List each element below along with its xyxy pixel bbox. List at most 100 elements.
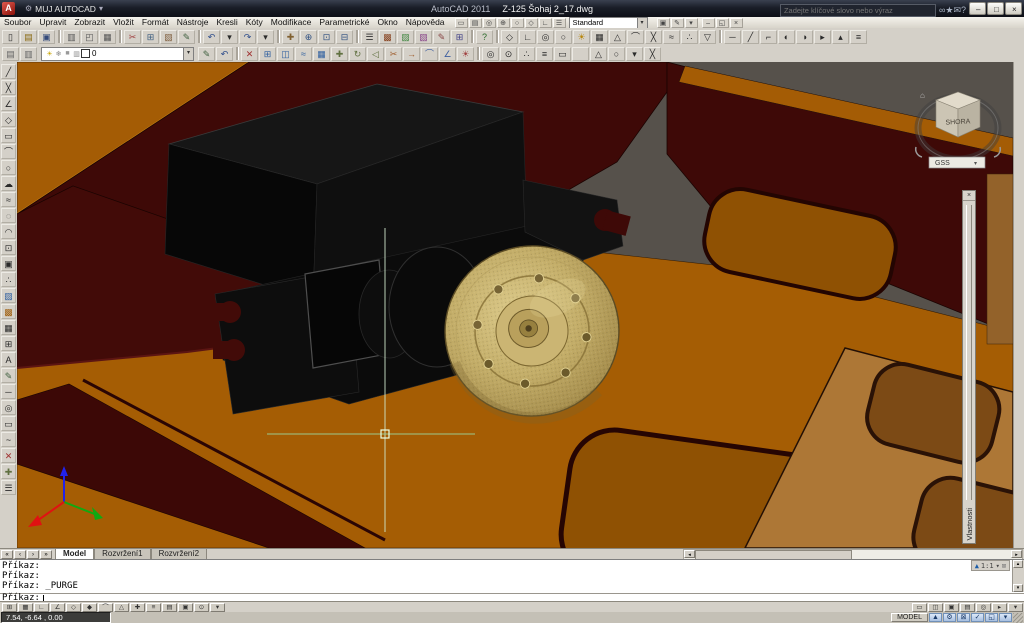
plot-preview-button[interactable]: ◰ (81, 30, 98, 44)
ellipse-button[interactable]: ◌ (1, 208, 16, 223)
sheet-set-manager-button[interactable]: ▧ (415, 30, 432, 44)
undo-menu-button[interactable]: ▾ (221, 30, 238, 44)
point-button[interactable]: ∴ (1, 272, 16, 287)
tray-menu-chevron-icon[interactable]: ▾ (999, 613, 1012, 622)
menu-item[interactable]: Okno (373, 17, 401, 28)
fillet-button[interactable]: ⌒ (421, 47, 438, 61)
annotation-autoscale-icon[interactable]: ▲ (975, 562, 979, 570)
scroll-down-button[interactable]: ▾ (1013, 584, 1023, 592)
array-button[interactable]: ▦ (313, 47, 330, 61)
toolbar-button[interactable]: ⊕ (497, 18, 510, 28)
toolbar-button[interactable]: ⌐ (760, 30, 777, 44)
ray-button[interactable]: ─ (1, 384, 16, 399)
toolbar-button[interactable]: ○ (511, 18, 524, 28)
make-block-button[interactable]: ▣ (1, 256, 16, 271)
toolbar-button[interactable]: ∟ (539, 18, 552, 28)
toolbar-button[interactable]: ☰ (553, 18, 566, 28)
dyn-toggle[interactable]: ✚ (130, 603, 145, 612)
new-file-button[interactable]: ▯ (2, 30, 19, 44)
paste-button[interactable]: ▧ (160, 30, 177, 44)
explode-button[interactable]: ☀ (457, 47, 474, 61)
help-icon[interactable]: ? (961, 5, 966, 15)
workspace-switcher[interactable]: ⚙ MUJ AUTOCAD ▾ (25, 4, 103, 14)
toolbar-button[interactable]: ▣ (657, 18, 670, 28)
redo-button[interactable]: ↷ (239, 30, 256, 44)
menu-item[interactable]: Modifikace (267, 17, 316, 28)
communication-center-icon[interactable]: ✉ (953, 5, 961, 15)
scroll-left-button[interactable]: ◂ (684, 550, 695, 558)
pan-button[interactable]: ✚ (282, 30, 299, 44)
steering-wheel-button[interactable]: ◎ (976, 603, 991, 612)
scroll-up-button[interactable]: ▴ (1013, 560, 1023, 568)
status-menu-button[interactable]: ▾ (1008, 603, 1023, 612)
toolbar-button[interactable]: ✎ (671, 18, 684, 28)
toolbar-button[interactable]: ╱ (742, 30, 759, 44)
layer-previous-button[interactable]: ↶ (216, 47, 233, 61)
publish-button[interactable]: ▦ (99, 30, 116, 44)
donut-button[interactable]: ◎ (1, 400, 16, 415)
chevron-down-icon[interactable]: ▾ (183, 48, 193, 60)
grid-toggle[interactable]: ▦ (18, 603, 33, 612)
toolbar-button[interactable]: ⌒ (627, 30, 644, 44)
toolbar-button[interactable]: ◑ (796, 30, 813, 44)
plot-button[interactable]: ▥ (63, 30, 80, 44)
osnap-toggle[interactable]: ◇ (66, 603, 81, 612)
design-center-button[interactable]: ▩ (379, 30, 396, 44)
toolbar-button[interactable]: ≈ (663, 30, 680, 44)
menu-item[interactable]: Kóty (242, 17, 267, 28)
toolbar-button[interactable]: △ (590, 47, 607, 61)
toolbar-button[interactable]: ◇ (501, 30, 518, 44)
move-button[interactable]: ✚ (331, 47, 348, 61)
coordinates-display[interactable]: 7.54, -6.64 , 0.00 (1, 612, 111, 623)
chevron-down-icon[interactable]: ▾ (996, 562, 1000, 570)
toolbar-button[interactable]: ▾ (685, 18, 698, 28)
erase-button[interactable]: ✕ (241, 47, 258, 61)
application-menu-button[interactable]: A (2, 2, 15, 15)
transparency-toggle[interactable]: ▤ (162, 603, 177, 612)
prev-tab-button[interactable]: ‹ (14, 550, 26, 559)
chevron-down-icon[interactable]: ▾ (637, 18, 647, 28)
layer-combo[interactable]: ☀❄■▥ 0 ▾ (41, 47, 194, 61)
quick-properties-toggle[interactable]: ▣ (178, 603, 193, 612)
toolbar-button[interactable]: ☀ (573, 30, 590, 44)
menu-item[interactable]: Formát (138, 17, 173, 28)
toolbar-lock-icon[interactable]: ⊠ (957, 613, 970, 622)
spline-button[interactable]: ≈ (1, 192, 16, 207)
model-space-toggle[interactable]: MODEL (891, 613, 928, 622)
command-scrollbar[interactable]: ▴ ▾ (1012, 560, 1024, 592)
trusted-autodesk-icon[interactable]: ✓ (971, 613, 984, 622)
toolbar-button[interactable]: ◎ (537, 30, 554, 44)
save-button[interactable]: ▣ (38, 30, 55, 44)
ortho-toggle[interactable]: ∟ (34, 603, 49, 612)
region-button[interactable]: ▦ (1, 320, 16, 335)
doc-close-button[interactable]: × (730, 18, 743, 28)
extend-button[interactable]: → (403, 47, 420, 61)
toolbar-button[interactable]: ∴ (681, 30, 698, 44)
workspace-gear-icon[interactable]: ⚙ (943, 613, 956, 622)
zoom-window-button[interactable]: ⊡ (318, 30, 335, 44)
3d-scene[interactable]: SHORA ⌂ GSS ▾ (17, 62, 1013, 548)
copy-object-button[interactable]: ⊞ (259, 47, 276, 61)
toolbar-button[interactable]: ▦ (591, 30, 608, 44)
annotation-scale-tray-icon[interactable]: ▲ (929, 613, 942, 622)
toolbar-button[interactable]: ◎ (483, 18, 496, 28)
quick-view-layouts-button[interactable]: ▣ (944, 603, 959, 612)
doc-restore-button[interactable]: ◱ (716, 18, 729, 28)
model-viewport[interactable]: SHORA ⌂ GSS ▾ × Vlastnosti (17, 62, 1013, 548)
search-input[interactable] (780, 4, 936, 17)
scale-button[interactable]: ◁ (367, 47, 384, 61)
menu-item[interactable]: Vložit (109, 17, 138, 28)
help-button[interactable]: ? (476, 30, 493, 44)
doc-minimize-button[interactable]: – (702, 18, 715, 28)
table-button[interactable]: ⊞ (1, 336, 16, 351)
menu-item[interactable]: Upravit (35, 17, 70, 28)
first-tab-button[interactable]: « (1, 550, 13, 559)
undo-button[interactable]: ↶ (203, 30, 220, 44)
layout-button[interactable]: ◫ (928, 603, 943, 612)
toolbar-button[interactable]: △ (609, 30, 626, 44)
trim-button[interactable]: ✂ (385, 47, 402, 61)
offset-button[interactable]: ≈ (295, 47, 312, 61)
toolbar-button[interactable]: ∟ (519, 30, 536, 44)
toolbar-button[interactable]: ▭ (554, 47, 571, 61)
close-button[interactable]: × (1005, 2, 1022, 15)
